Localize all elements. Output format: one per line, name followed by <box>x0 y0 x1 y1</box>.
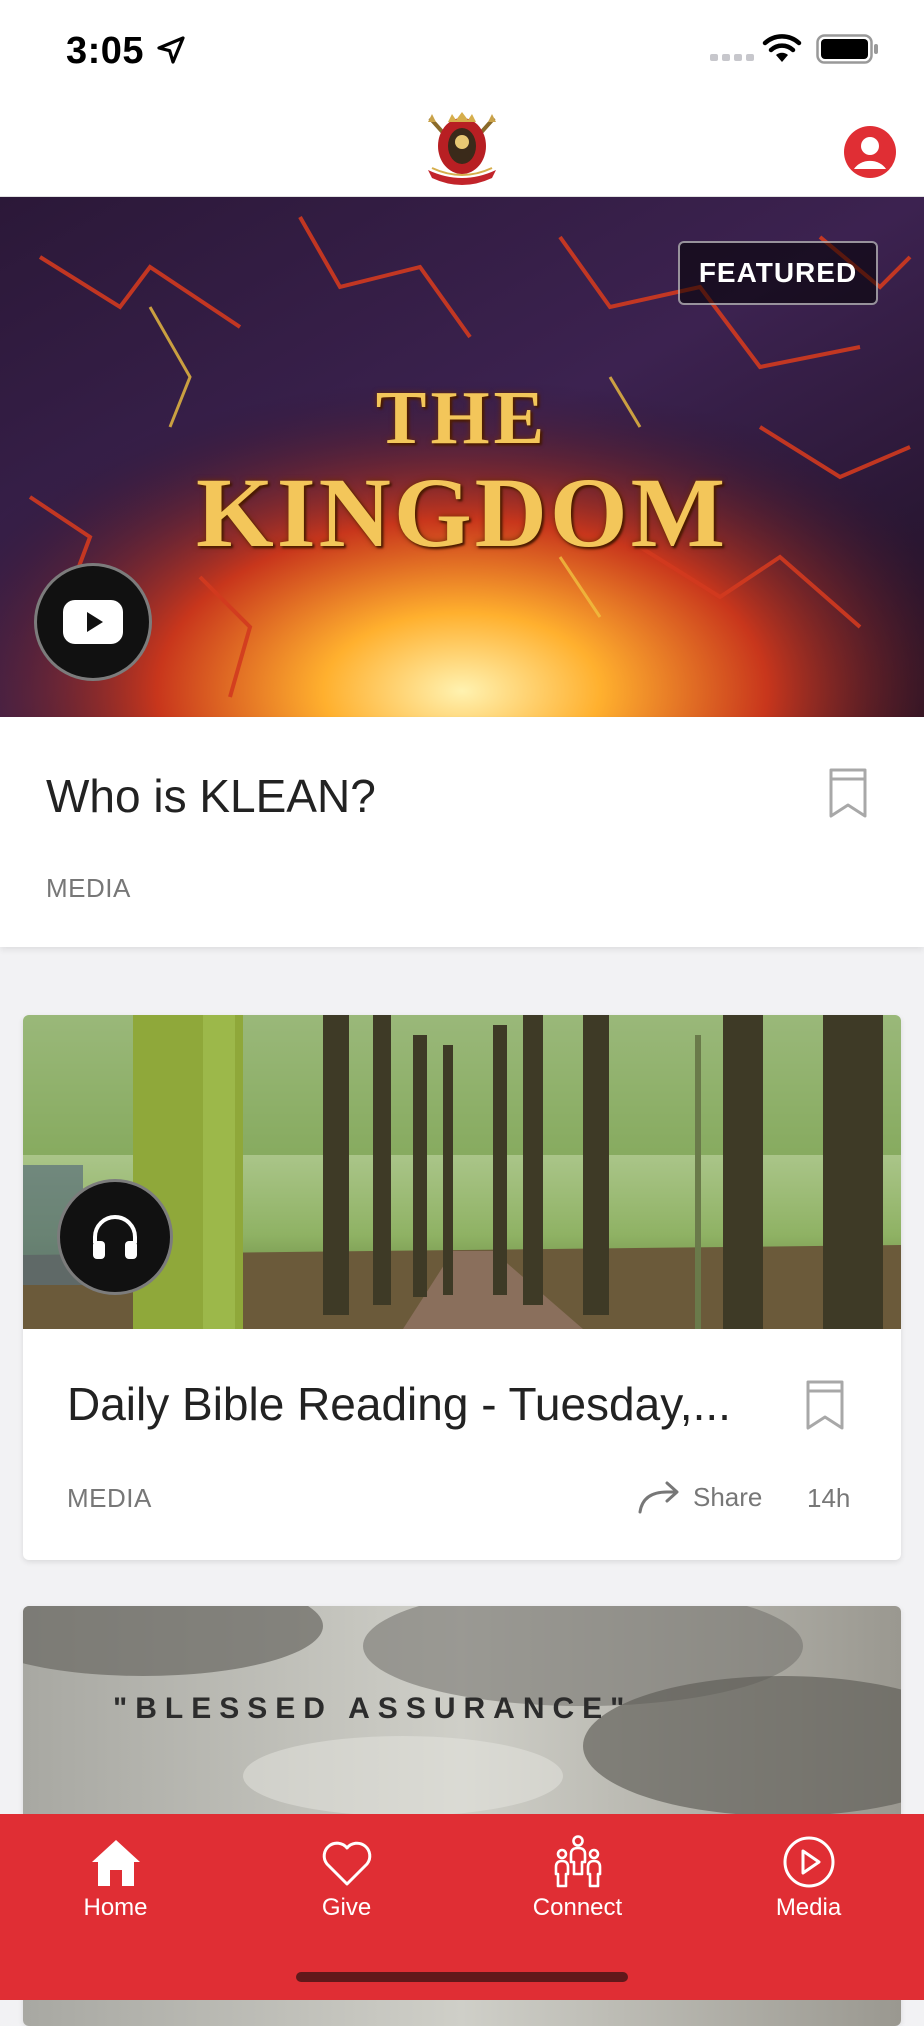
home-indicator[interactable] <box>296 1972 628 1982</box>
feed-card-daily-bible-reading[interactable]: Daily Bible Reading - Tuesday,... MEDIA … <box>23 1015 901 1560</box>
featured-category: MEDIA <box>46 873 131 903</box>
status-bar: 3:05 <box>0 0 924 100</box>
video-play-button[interactable] <box>34 563 152 681</box>
tab-home[interactable]: Home <box>0 1814 231 1934</box>
card-image-text: "BLESSED ASSURANCE" <box>113 1692 633 1725</box>
bottom-tab-bar: Home Give Connect Media <box>0 1814 924 2000</box>
tab-give[interactable]: Give <box>231 1814 462 1934</box>
profile-icon[interactable] <box>844 126 896 178</box>
church-crest-logo[interactable] <box>422 110 502 186</box>
tab-media[interactable]: Media <box>693 1814 924 1934</box>
location-arrow-icon <box>157 36 185 64</box>
battery-icon <box>816 34 878 64</box>
tab-give-label: Give <box>321 1894 372 1921</box>
share-button[interactable]: Share <box>637 1477 762 1517</box>
card-timestamp: 14h <box>807 1483 851 1513</box>
artwork-title-line2: KINGDOM <box>195 457 729 568</box>
heart-icon <box>322 1841 372 1886</box>
tab-connect[interactable]: Connect <box>462 1814 693 1934</box>
headphones-icon <box>93 1215 137 1259</box>
cellular-signal-icon <box>710 54 754 61</box>
card-category: MEDIA <box>67 1483 152 1513</box>
featured-badge: FEATURED <box>678 241 878 305</box>
share-label: Share <box>693 1481 763 1512</box>
wifi-icon <box>762 34 802 62</box>
featured-title[interactable]: Who is KLEAN? <box>46 769 376 823</box>
card-title[interactable]: Daily Bible Reading - Tuesday,... <box>67 1377 731 1431</box>
youtube-icon <box>63 600 123 644</box>
status-time: 3:05 <box>66 30 145 72</box>
tab-media-label: Media <box>775 1894 842 1921</box>
tab-home-label: Home <box>83 1894 148 1921</box>
tab-connect-label: Connect <box>532 1894 623 1921</box>
forest-path-image <box>23 1015 901 1329</box>
artwork-title-line1: THE <box>375 376 549 460</box>
app-header <box>0 100 924 197</box>
share-arrow-icon <box>638 1481 679 1514</box>
featured-card-image[interactable]: THE KINGDOM FEATURED <box>0 197 924 717</box>
home-icon <box>92 1840 140 1886</box>
bookmark-icon[interactable] <box>828 767 868 819</box>
bookmark-icon[interactable] <box>805 1379 845 1431</box>
people-icon <box>554 1835 602 1888</box>
featured-card-info[interactable]: Who is KLEAN? MEDIA <box>0 717 924 947</box>
audio-play-button[interactable] <box>57 1179 173 1295</box>
play-circle-icon <box>783 1836 835 1888</box>
